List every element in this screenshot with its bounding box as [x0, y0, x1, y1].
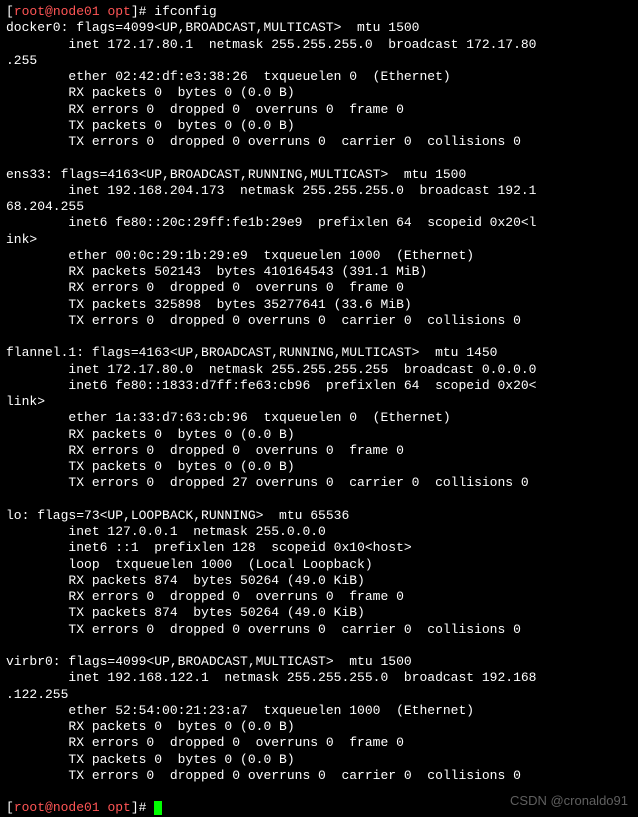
prompt-bracket-open: [	[6, 800, 14, 815]
lo-rx-packets: RX packets 874 bytes 50264 (49.0 KiB)	[6, 573, 632, 589]
ens33-inet6: inet6 fe80::20c:29ff:fe1b:29e9 prefixlen…	[6, 215, 632, 231]
ens33-rx-packets: RX packets 502143 bytes 410164543 (391.1…	[6, 264, 632, 280]
prompt-user-host: root@node01	[14, 4, 100, 19]
virbr0-inet: inet 192.168.122.1 netmask 255.255.255.0…	[6, 670, 632, 686]
terminal-output: [root@node01 opt]# ifconfig docker0: fla…	[6, 4, 632, 817]
docker0-inet: inet 172.17.80.1 netmask 255.255.255.0 b…	[6, 37, 632, 53]
lo-loop: loop txqueuelen 1000 (Local Loopback)	[6, 557, 632, 573]
virbr0-rx-packets: RX packets 0 bytes 0 (0.0 B)	[6, 719, 632, 735]
virbr0-ether: ether 52:54:00:21:23:a7 txqueuelen 1000 …	[6, 703, 632, 719]
blank-line	[6, 492, 632, 508]
lo-tx-packets: TX packets 874 bytes 50264 (49.0 KiB)	[6, 605, 632, 621]
flannel-inet: inet 172.17.80.0 netmask 255.255.255.255…	[6, 362, 632, 378]
ens33-rx-errors: RX errors 0 dropped 0 overruns 0 frame 0	[6, 280, 632, 296]
lo-inet: inet 127.0.0.1 netmask 255.0.0.0	[6, 524, 632, 540]
docker0-header: docker0: flags=4099<UP,BROADCAST,MULTICA…	[6, 20, 632, 36]
ens33-inet6-wrap: ink>	[6, 232, 632, 248]
ens33-header: ens33: flags=4163<UP,BROADCAST,RUNNING,M…	[6, 167, 632, 183]
prompt-bracket-close: ]#	[131, 4, 154, 19]
flannel-ether: ether 1a:33:d7:63:cb:96 txqueuelen 0 (Et…	[6, 410, 632, 426]
prompt-user-host: root@node01	[14, 800, 100, 815]
docker0-tx-errors: TX errors 0 dropped 0 overruns 0 carrier…	[6, 134, 632, 150]
docker0-tx-packets: TX packets 0 bytes 0 (0.0 B)	[6, 118, 632, 134]
lo-inet6: inet6 ::1 prefixlen 128 scopeid 0x10<hos…	[6, 540, 632, 556]
virbr0-header: virbr0: flags=4099<UP,BROADCAST,MULTICAS…	[6, 654, 632, 670]
ens33-tx-errors: TX errors 0 dropped 0 overruns 0 carrier…	[6, 313, 632, 329]
blank-line	[6, 638, 632, 654]
flannel-inet6: inet6 fe80::1833:d7ff:fe63:cb96 prefixle…	[6, 378, 632, 394]
blank-line	[6, 150, 632, 166]
prompt-bracket-close: ]#	[131, 800, 154, 815]
ens33-ether: ether 00:0c:29:1b:29:e9 txqueuelen 1000 …	[6, 248, 632, 264]
command-text: ifconfig	[154, 4, 216, 19]
flannel-rx-errors: RX errors 0 dropped 0 overruns 0 frame 0	[6, 443, 632, 459]
virbr0-inet-wrap: .122.255	[6, 687, 632, 703]
flannel-tx-errors: TX errors 0 dropped 27 overruns 0 carrie…	[6, 475, 632, 491]
ens33-inet: inet 192.168.204.173 netmask 255.255.255…	[6, 183, 632, 199]
lo-tx-errors: TX errors 0 dropped 0 overruns 0 carrier…	[6, 622, 632, 638]
ens33-tx-packets: TX packets 325898 bytes 35277641 (33.6 M…	[6, 297, 632, 313]
prompt-line-1[interactable]: [root@node01 opt]# ifconfig	[6, 4, 632, 20]
prompt-path: opt	[100, 4, 131, 19]
prompt-path: opt	[100, 800, 131, 815]
ens33-inet-wrap: 68.204.255	[6, 199, 632, 215]
blank-line	[6, 329, 632, 345]
flannel-header: flannel.1: flags=4163<UP,BROADCAST,RUNNI…	[6, 345, 632, 361]
lo-rx-errors: RX errors 0 dropped 0 overruns 0 frame 0	[6, 589, 632, 605]
docker0-rx-errors: RX errors 0 dropped 0 overruns 0 frame 0	[6, 102, 632, 118]
flannel-rx-packets: RX packets 0 bytes 0 (0.0 B)	[6, 427, 632, 443]
docker0-inet-wrap: .255	[6, 53, 632, 69]
virbr0-rx-errors: RX errors 0 dropped 0 overruns 0 frame 0	[6, 735, 632, 751]
virbr0-tx-errors: TX errors 0 dropped 0 overruns 0 carrier…	[6, 768, 632, 784]
prompt-bracket-open: [	[6, 4, 14, 19]
docker0-rx-packets: RX packets 0 bytes 0 (0.0 B)	[6, 85, 632, 101]
virbr0-tx-packets: TX packets 0 bytes 0 (0.0 B)	[6, 752, 632, 768]
cursor-icon[interactable]	[154, 801, 162, 815]
flannel-inet6-wrap: link>	[6, 394, 632, 410]
docker0-ether: ether 02:42:df:e3:38:26 txqueuelen 0 (Et…	[6, 69, 632, 85]
watermark-text: CSDN @cronaldo91	[510, 793, 628, 809]
lo-header: lo: flags=73<UP,LOOPBACK,RUNNING> mtu 65…	[6, 508, 632, 524]
flannel-tx-packets: TX packets 0 bytes 0 (0.0 B)	[6, 459, 632, 475]
